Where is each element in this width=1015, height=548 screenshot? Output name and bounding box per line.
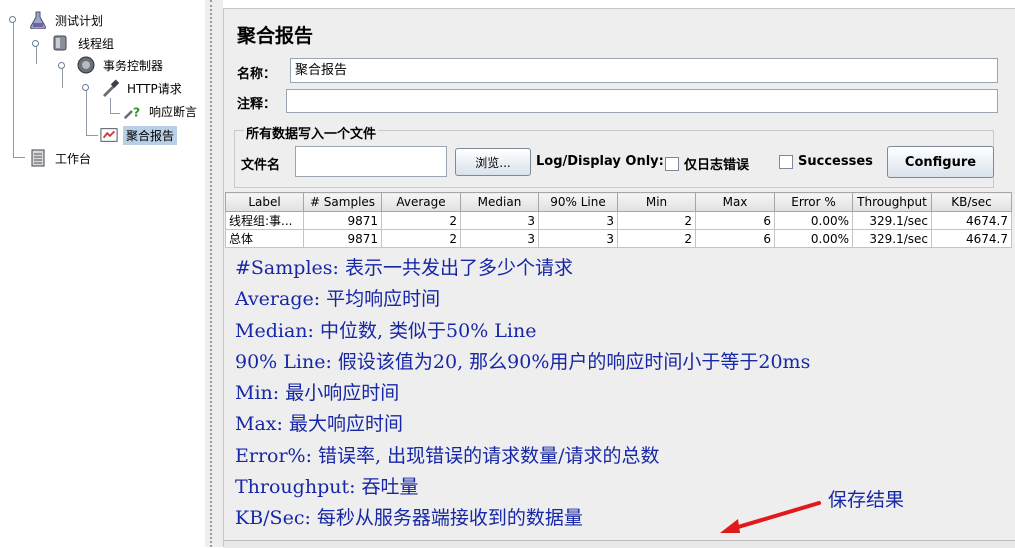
tree-item-label: 线程组	[78, 36, 115, 51]
comment-field[interactable]	[286, 89, 998, 113]
tree-connector	[86, 88, 87, 136]
page-title: 聚合报告	[237, 25, 314, 47]
file-section-title: 所有数据写入一个文件	[244, 123, 379, 142]
column-header[interactable]: Average	[381, 192, 461, 212]
tree-item-transaction-controller[interactable]: 事务控制器	[77, 55, 166, 75]
table-cell: 2	[617, 211, 696, 230]
tree-item-label: 事务控制器	[103, 58, 164, 73]
filename-input[interactable]	[295, 146, 447, 177]
checkbox-box[interactable]	[779, 154, 793, 169]
tree-item-workbench[interactable]: 工作台	[29, 148, 94, 168]
divider-grip	[210, 0, 212, 547]
tree-item-label: HTTP请求	[127, 81, 182, 96]
column-header[interactable]: Min	[617, 192, 696, 212]
table-cell: 6	[695, 211, 775, 230]
table-row[interactable]: 线程组:事... 9871 2 3 3 2 6 0.00% 329.1/sec …	[225, 211, 1012, 230]
column-header[interactable]: Error %	[774, 192, 853, 212]
expand-toggle[interactable]	[32, 40, 39, 47]
tree-connector	[110, 113, 120, 114]
svg-text:?: ?	[133, 104, 140, 119]
table-cell: 线程组:事...	[225, 211, 304, 230]
tree-item-label: 工作台	[55, 151, 92, 166]
split-pane-divider[interactable]	[205, 0, 223, 547]
controller-icon	[77, 56, 95, 74]
table-cell: 4674.7	[931, 229, 1012, 248]
table-cell: 0.00%	[774, 229, 853, 248]
column-header[interactable]: KB/sec	[931, 192, 1012, 212]
tree-connector	[13, 22, 14, 158]
table-cell: 2	[381, 229, 461, 248]
column-header[interactable]: Max	[695, 192, 775, 212]
tree-item-response-assertion[interactable]: ? 响应断言	[123, 101, 200, 121]
table-cell: 2	[617, 229, 696, 248]
name-label: 名称：	[237, 67, 277, 82]
table-cell: 3	[460, 229, 539, 248]
column-header[interactable]: # Samples	[303, 192, 382, 212]
errors-only-checkbox[interactable]: 仅日志错误	[665, 154, 749, 173]
tree-connector	[110, 98, 111, 114]
tree-item-label: 聚合报告	[123, 125, 178, 145]
tree-connector	[13, 157, 25, 158]
tree-connector	[86, 135, 98, 136]
annotation-line: Error%: 错误率, 出现错误的请求数量/请求的总数	[235, 444, 660, 467]
annotation-line: Min: 最小响应时间	[235, 382, 400, 405]
workbench-icon	[29, 149, 47, 167]
column-header[interactable]: Median	[460, 192, 539, 212]
column-header[interactable]: Label	[225, 192, 304, 212]
tree-connector	[36, 44, 37, 64]
successes-label: Successes	[798, 154, 873, 169]
browse-button[interactable]: 浏览...	[455, 148, 531, 176]
tree-item-thread-group[interactable]: 线程组	[52, 33, 117, 53]
checkbox-box[interactable]	[665, 156, 679, 171]
annotation-line: Max: 最大响应时间	[235, 413, 403, 436]
expand-toggle[interactable]	[82, 84, 89, 91]
tree-item-label: 响应断言	[149, 104, 198, 119]
table-row[interactable]: 总体 9871 2 3 3 2 6 0.00% 329.1/sec 4674.7	[225, 229, 1012, 248]
expand-toggle[interactable]	[9, 16, 16, 23]
assertion-icon: ?	[123, 102, 141, 120]
tree-item-test-plan[interactable]: 测试计划	[29, 10, 106, 30]
annotation-line: #Samples: 表示一共发出了多少个请求	[235, 257, 573, 279]
table-cell: 3	[460, 211, 539, 230]
aggregate-report-panel: 聚合报告 名称： 聚合报告 注释： 所有数据写入一个文件 文件名 浏览... L…	[223, 8, 1015, 548]
column-header[interactable]: 90% Line	[538, 192, 618, 212]
table-cell: 9871	[303, 211, 382, 230]
annotation-line: Median: 中位数, 类似于50% Line	[235, 319, 537, 342]
filename-label: 文件名	[241, 158, 281, 173]
table-cell: 329.1/sec	[852, 211, 932, 230]
table-cell: 3	[538, 211, 618, 230]
table-cell: 2	[381, 211, 461, 230]
errors-only-label: 仅日志错误	[684, 158, 750, 173]
tree-item-label: 测试计划	[55, 13, 104, 28]
configure-button[interactable]: Configure	[887, 146, 994, 178]
arrow-icon	[720, 501, 821, 533]
annotation-line: Average: 平均响应时间	[235, 288, 441, 311]
tree-connector	[62, 66, 63, 88]
save-result-note: 保存结果	[828, 489, 905, 511]
test-plan-tree: 测试计划 线程组 事务控制器 HTTP请求 ? 响应断言 聚合报告 工作台	[0, 0, 205, 547]
name-field[interactable]: 聚合报告	[290, 58, 998, 83]
table-cell: 3	[538, 229, 618, 248]
pipette-icon	[101, 79, 119, 97]
table-cell: 6	[695, 229, 775, 248]
tree-item-http-request[interactable]: HTTP请求	[101, 78, 185, 98]
log-display-only-label: Log/Display Only:	[536, 154, 664, 169]
comment-label: 注释：	[237, 97, 277, 112]
aggregate-table: Label # Samples Average Median 90% Line …	[225, 192, 1012, 248]
expand-toggle[interactable]	[58, 62, 65, 69]
column-header[interactable]: Throughput	[852, 192, 932, 212]
table-cell: 9871	[303, 229, 382, 248]
successes-checkbox[interactable]: Successes	[779, 154, 873, 169]
report-icon	[100, 126, 118, 144]
table-cell: 总体	[225, 229, 304, 248]
table-cell: 0.00%	[774, 211, 853, 230]
tree-item-aggregate-report[interactable]: 聚合报告	[100, 125, 178, 145]
table-cell: 329.1/sec	[852, 229, 932, 248]
table-header-row: Label # Samples Average Median 90% Line …	[225, 192, 1012, 212]
flask-icon	[29, 11, 47, 29]
thread-group-icon	[52, 34, 70, 52]
annotation-line: 90% Line: 假设该值为20, 那么90%用户的响应时间小于等于20ms	[235, 350, 811, 373]
table-cell: 4674.7	[931, 211, 1012, 230]
